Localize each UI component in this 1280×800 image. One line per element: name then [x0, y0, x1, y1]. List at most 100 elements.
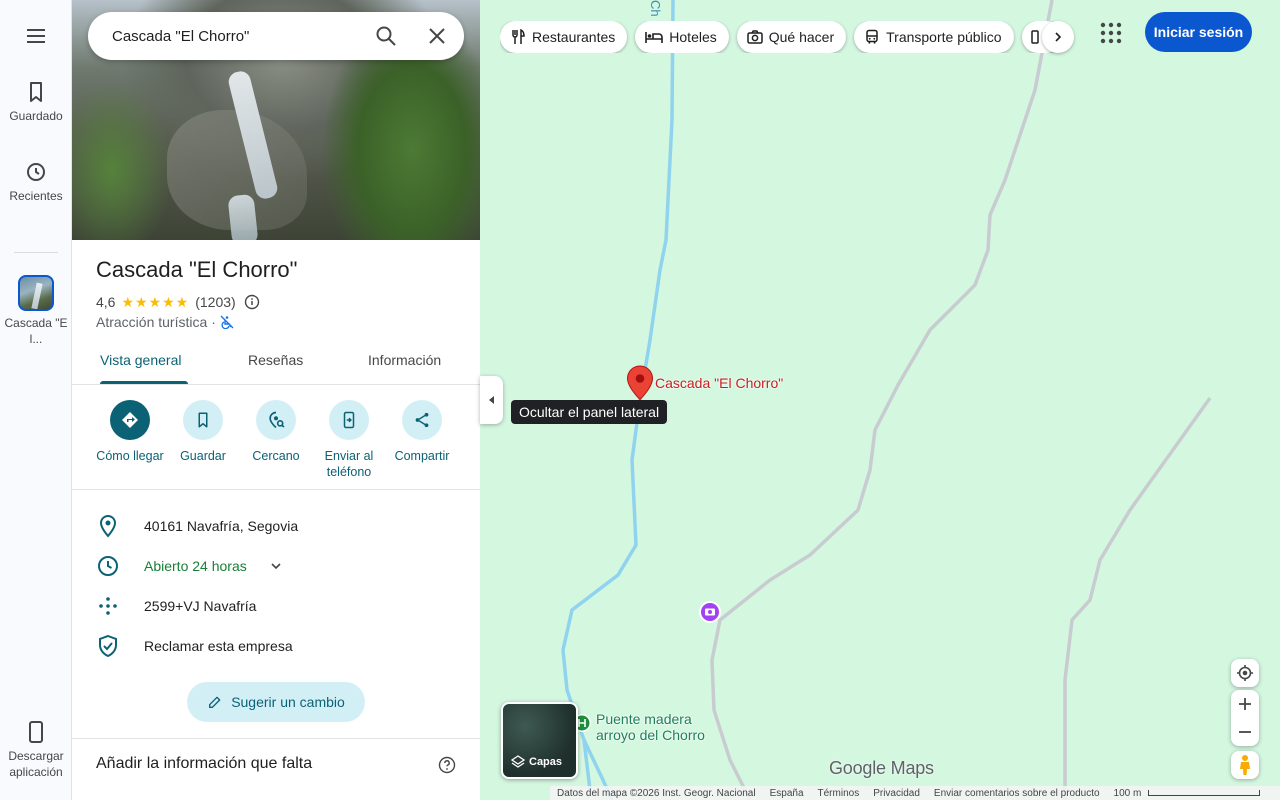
download-app-button[interactable]: Descargar aplicación: [0, 720, 72, 780]
share-icon: [415, 412, 429, 428]
directions-circle: [110, 400, 150, 440]
layers-icon: [511, 755, 525, 768]
nearby-button[interactable]: Cercano: [234, 400, 318, 464]
footer-scale[interactable]: 100 m: [1114, 788, 1268, 799]
road-main: [710, 0, 1054, 800]
layers-label-wrap: Capas: [511, 755, 562, 769]
bookmark-icon: [198, 412, 208, 428]
street-view-control: [1231, 751, 1259, 779]
footer-feedback[interactable]: Enviar comentarios sobre el producto: [934, 788, 1100, 799]
claim-business-row[interactable]: Reclamar esta empresa: [72, 626, 480, 666]
recents-button[interactable]: Recientes: [0, 160, 72, 204]
place-marker[interactable]: [626, 365, 654, 401]
footer-terms[interactable]: Términos: [818, 788, 860, 799]
tab-reviews[interactable]: Reseñas: [248, 352, 303, 368]
zoom-in-button[interactable]: [1231, 690, 1259, 718]
chevron-down-icon[interactable]: [270, 560, 282, 572]
chip-transit[interactable]: Transporte público: [854, 21, 1014, 53]
restaurant-icon: [512, 29, 525, 44]
chip-hotels[interactable]: Hoteles: [635, 21, 729, 53]
menu-icon: [27, 29, 45, 43]
photo-waterfall-lower: [227, 193, 259, 240]
apps-grid-icon[interactable]: [1098, 20, 1124, 46]
directions-icon: [122, 412, 138, 428]
sign-in-button[interactable]: Iniciar sesión: [1145, 12, 1252, 52]
wheelchair-inaccessible-icon[interactable]: [220, 315, 234, 329]
hours-row[interactable]: Abierto 24 horas: [72, 546, 480, 586]
search-input[interactable]: [112, 26, 352, 46]
plus-code-row[interactable]: 2599+VJ Navafría: [72, 586, 480, 626]
footer-privacy[interactable]: Privacidad: [873, 788, 920, 799]
send-to-phone-button[interactable]: Enviar al teléfono: [307, 400, 391, 480]
crosshair-icon: [1237, 665, 1253, 681]
chip-hotels-label: Hoteles: [669, 29, 717, 45]
zoom-control: [1231, 690, 1259, 746]
tab-about[interactable]: Información: [368, 352, 441, 368]
chip-things-to-do[interactable]: Qué hacer: [736, 21, 847, 53]
info-icon[interactable]: [244, 294, 260, 310]
rating-value: 4,6: [96, 294, 116, 310]
help-icon[interactable]: [438, 756, 456, 774]
river-label: Ch: [648, 0, 663, 17]
zoom-out-button[interactable]: [1231, 718, 1259, 746]
my-location-control: [1231, 659, 1259, 687]
collapse-panel-button[interactable]: [480, 376, 503, 424]
map-footer: Datos del mapa ©2026 Inst. Geogr. Nacion…: [550, 786, 1280, 800]
pencil-icon: [209, 696, 221, 708]
address-row[interactable]: 40161 Navafría, Segovia: [72, 506, 480, 546]
photo-spot-marker[interactable]: [699, 601, 721, 623]
bridge-label[interactable]: Puente madera arroyo del Chorro: [596, 711, 705, 743]
my-location-button[interactable]: [1231, 659, 1259, 687]
send-to-phone-label: Enviar al teléfono: [324, 449, 374, 479]
share-circle: [402, 400, 442, 440]
chip-restaurants[interactable]: Restaurantes: [500, 21, 628, 53]
verified-shield-icon: [99, 634, 117, 658]
plus-icon: [1239, 698, 1251, 710]
close-icon[interactable]: [425, 24, 449, 48]
suggest-edit-label: Sugerir un cambio: [231, 694, 345, 710]
rating-stars: ★★★★★: [121, 293, 190, 310]
directions-button[interactable]: Cómo llegar: [88, 400, 172, 464]
section-divider: [72, 738, 480, 739]
save-circle: [183, 400, 223, 440]
directions-label: Cómo llegar: [96, 449, 164, 463]
share-button[interactable]: Compartir: [380, 400, 464, 464]
menu-button[interactable]: [0, 24, 72, 48]
pegman-button[interactable]: [1231, 751, 1259, 779]
recent-item[interactable]: Cascada "El...: [0, 275, 72, 347]
search-icon[interactable]: [374, 24, 398, 48]
chips-next-button[interactable]: [1042, 21, 1074, 53]
bridge-label-line1: Puente madera: [596, 711, 692, 727]
search-box: [88, 12, 464, 60]
review-count[interactable]: (1203): [195, 294, 235, 310]
place-marker-label[interactable]: Cascada "El Chorro": [655, 375, 783, 391]
scale-text: 100 m: [1113, 787, 1142, 799]
plus-code-text: 2599+VJ Navafría: [144, 598, 257, 614]
caret-left-icon: [488, 396, 494, 404]
place-tabs: Vista general Reseñas Información: [72, 340, 480, 385]
river: [561, 0, 675, 791]
pegman-icon: [1240, 755, 1250, 775]
footer-map-data: Datos del mapa ©2026 Inst. Geogr. Nacion…: [557, 787, 756, 799]
footer-country[interactable]: España: [770, 788, 804, 799]
scale-bar: [1148, 790, 1261, 796]
maps-app: Guardado Recientes Cascada "El... Descar…: [0, 0, 1280, 800]
category-separator: ·: [211, 314, 216, 330]
recent-item-label: Cascada "El...: [4, 316, 68, 346]
chip-transit-label: Transporte público: [886, 29, 1002, 45]
layers-button[interactable]: Capas: [501, 702, 578, 779]
minus-icon: [1239, 731, 1251, 733]
claim-business-text: Reclamar esta empresa: [144, 638, 293, 654]
place-category[interactable]: Atracción turística: [96, 314, 207, 330]
share-label: Compartir: [394, 449, 450, 463]
chip-things-to-do-label: Qué hacer: [768, 29, 835, 45]
suggest-edit-button[interactable]: Sugerir un cambio: [187, 682, 365, 722]
hotel-icon: [645, 32, 664, 43]
saved-button[interactable]: Guardado: [0, 80, 72, 124]
save-button[interactable]: Guardar: [161, 400, 245, 464]
road-east: [1063, 396, 1212, 800]
tab-overview[interactable]: Vista general: [100, 352, 181, 368]
place-panel: Cascada "El Chorro" 4,6 ★★★★★ (1203) Atr…: [72, 0, 480, 800]
recent-item-thumbnail: [18, 275, 54, 311]
bridge-label-line2: arroyo del Chorro: [596, 727, 705, 743]
